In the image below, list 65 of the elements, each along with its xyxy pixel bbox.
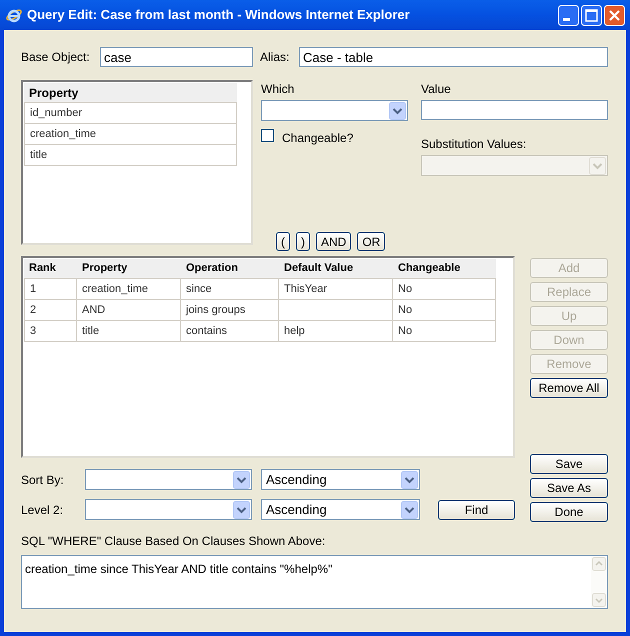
table-cell-text: 2 (30, 302, 36, 318)
order-dropdown[interactable]: Ascending (261, 499, 420, 520)
table-cell-text: joins groups (186, 302, 246, 318)
button[interactable]: Save (530, 454, 608, 474)
button[interactable]: ) (296, 232, 310, 251)
table-cell-text: No (398, 302, 412, 318)
order-dropdown[interactable]: Ascending (261, 469, 420, 490)
chevron-down-icon (401, 470, 418, 488)
chevron-down-icon (401, 500, 418, 518)
table-cell-text: ThisYear (284, 282, 328, 297)
which-dropdown[interactable] (261, 100, 408, 121)
sql-field[interactable]: creation_time since ThisYear AND title contains "%help%" (21, 555, 608, 609)
sort-dropdown[interactable] (85, 499, 252, 520)
table-cell-text: help (284, 324, 305, 339)
scrollbar[interactable] (591, 556, 607, 608)
table-cell-text: since (186, 282, 212, 297)
maximize-icon[interactable] (581, 4, 602, 26)
table-cell-text: AND (82, 302, 106, 318)
column-header: Default Value (283, 261, 354, 276)
field-label: Which (261, 81, 296, 98)
field-label: Sort By: (21, 472, 65, 488)
column-header: Rank (28, 261, 57, 276)
button[interactable]: OR (357, 232, 386, 251)
list-item[interactable]: title (24, 145, 237, 166)
table-cell-text: No (398, 282, 412, 297)
field-label: Level 2: (21, 502, 64, 518)
scroll-up-icon[interactable] (592, 557, 606, 571)
button[interactable]: Save As (530, 478, 608, 498)
checkbox-label: Changeable? (282, 130, 354, 147)
list-item[interactable]: id_number (24, 103, 237, 124)
button[interactable]: ( (276, 232, 290, 251)
checkbox[interactable] (261, 129, 274, 142)
table-cell-text: 3 (30, 324, 36, 339)
chevron-down-icon (233, 470, 250, 488)
table-cell-text: title (82, 324, 100, 339)
field-label: Substitution Values: (421, 136, 528, 153)
field-label: Base Object: (21, 49, 91, 66)
sort-dropdown[interactable] (85, 469, 252, 490)
scroll-down-icon[interactable] (592, 593, 606, 607)
table-cell-text: contains (186, 324, 227, 339)
button[interactable]: Done (530, 502, 608, 522)
table-cell-text: 1 (30, 282, 36, 297)
window-title: Query Edit: Case from last month - Windows Internet Explorer (27, 6, 411, 24)
alias-field[interactable]: Case - table (299, 47, 608, 67)
button[interactable]: Find (438, 500, 515, 520)
column-header: Operation (185, 261, 239, 276)
column-header: Property (24, 83, 237, 103)
close-icon[interactable] (604, 4, 625, 26)
column-header: Property (81, 261, 128, 276)
chevron-down-icon (389, 102, 406, 120)
sql-label: SQL "WHERE" Clause Based On Clauses Shown Above: (21, 533, 326, 550)
base-object-field[interactable]: case (100, 47, 253, 67)
list-item[interactable]: creation_time (24, 124, 237, 145)
field-label: Value (421, 81, 452, 98)
field-label: Alias: (260, 49, 290, 66)
value-field[interactable] (421, 100, 608, 120)
table-cell-text: creation_time (82, 282, 148, 297)
column-header: Changeable (397, 261, 462, 276)
button[interactable]: AND (316, 232, 352, 251)
sql-text: creation_time since ThisYear AND title contains "%help%" (24, 561, 334, 578)
chevron-down-icon (233, 500, 250, 518)
table-cell-text: No (398, 324, 412, 339)
button[interactable]: Remove All (530, 378, 608, 398)
minimize-icon[interactable] (558, 4, 579, 26)
chevron-down-icon (589, 156, 606, 174)
